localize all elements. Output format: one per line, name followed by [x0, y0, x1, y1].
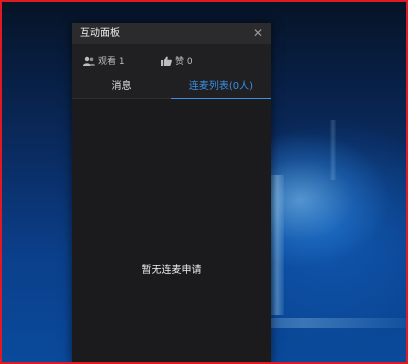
tab-bar: 消息 连麦列表(0人) — [72, 74, 271, 99]
panel-titlebar: 互动面板 ✕ — [72, 23, 271, 44]
tab-link-mic-list[interactable]: 连麦列表(0人) — [171, 74, 271, 99]
users-icon — [83, 56, 95, 66]
thumbs-up-icon — [161, 56, 172, 66]
like-count-label: 赞 0 — [175, 57, 193, 67]
close-icon[interactable]: ✕ — [251, 26, 265, 40]
wallpaper-light-beam — [330, 120, 336, 180]
link-mic-list-content: 暂无连麦申请 — [72, 99, 271, 364]
tab-messages[interactable]: 消息 — [72, 74, 171, 99]
stats-bar: 观看 1 赞 0 — [72, 44, 271, 74]
empty-state-text: 暂无连麦申请 — [141, 265, 202, 276]
interaction-panel: 互动面板 ✕ 观看 1 赞 0 消息 连麦列表(0人) 暂无连麦申请 — [72, 23, 271, 364]
watch-count-label: 观看 1 — [98, 57, 125, 67]
wallpaper-light-beam — [270, 175, 284, 315]
watch-count: 观看 1 — [83, 54, 125, 67]
panel-title: 互动面板 — [80, 28, 120, 39]
like-count: 赞 0 — [161, 54, 193, 67]
